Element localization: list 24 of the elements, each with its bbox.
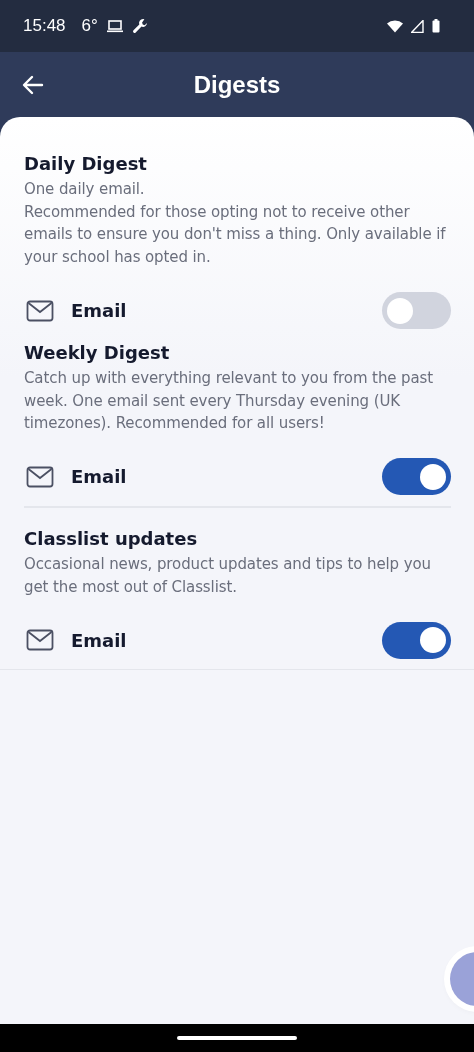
section-description: Occasional news, product updates and tips to help you get the most out of Classlist. — [24, 553, 432, 598]
page-title: Digests — [192, 70, 282, 99]
battery-icon — [432, 19, 440, 33]
envelope-icon — [26, 299, 54, 322]
option-label: Email — [71, 629, 128, 651]
status-time: 15:48 — [23, 16, 66, 36]
signal-icon — [411, 19, 424, 33]
status-temperature: 6° — [81, 16, 98, 36]
envelope-icon — [26, 629, 54, 652]
toggle-switch[interactable] — [382, 621, 451, 659]
laptop-icon — [105, 19, 124, 33]
wifi-icon — [387, 19, 403, 33]
section-heading: Daily Digest — [24, 152, 148, 176]
toggle-switch[interactable] — [382, 458, 451, 496]
option-label: Email — [71, 300, 128, 322]
section-description: One daily email. Recommended for those opting not to receive other emails to ensure you don't miss a thing. Only available if your school has opted in. — [24, 179, 447, 269]
wrench-icon — [131, 18, 148, 34]
envelope-icon — [26, 465, 54, 488]
option-label: Email — [71, 466, 128, 488]
back-arrow-icon[interactable] — [22, 74, 44, 95]
section-heading: Classlist updates — [24, 526, 199, 551]
section-heading: Weekly Digest — [24, 340, 171, 365]
section-description: Catch up with everything relevant to you from the past week. One email sent every Thursday evening (UK timezones). Recommended for all users! — [24, 367, 435, 435]
toggle-switch[interactable] — [382, 292, 451, 330]
